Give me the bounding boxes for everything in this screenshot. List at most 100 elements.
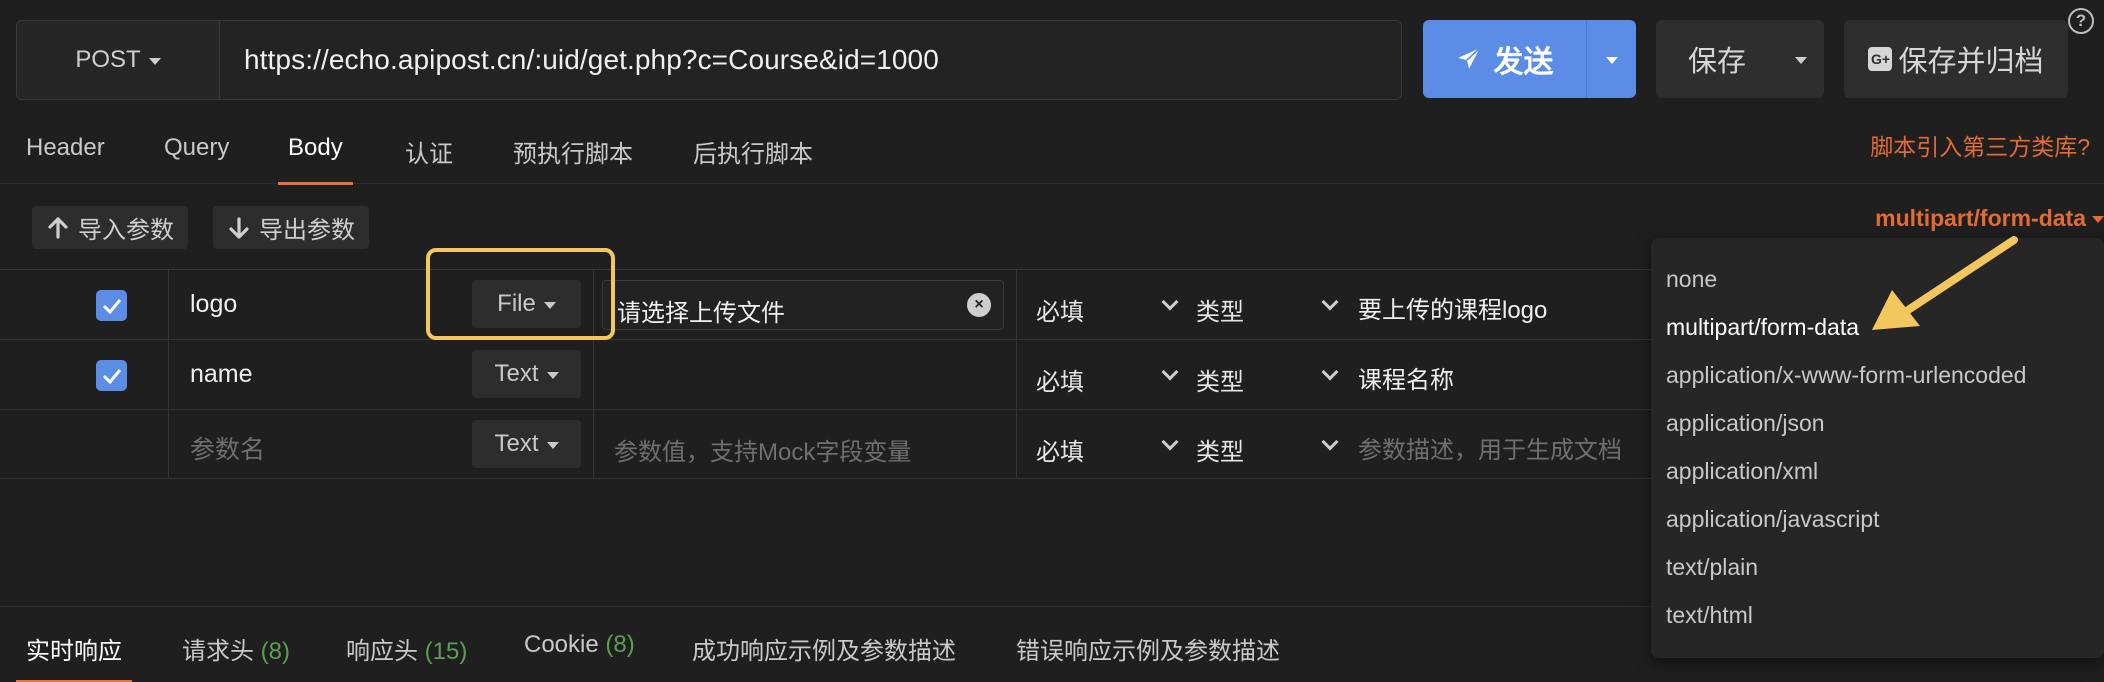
table-row: name Text 必填 类型 课程名称 xyxy=(0,339,1660,409)
caret-down-icon xyxy=(1605,56,1618,64)
method-select[interactable]: POST xyxy=(17,21,220,99)
dropdown-option-multipart[interactable]: multipart/form-data xyxy=(1666,314,1859,341)
send-button[interactable]: 发送 xyxy=(1423,20,1636,98)
url-bar: POST https://echo.apipost.cn/:uid/get.ph… xyxy=(16,20,1402,100)
save-archive-label: 保存并归档 xyxy=(1898,46,2044,78)
column-divider xyxy=(593,340,594,409)
param-type-select[interactable]: Text xyxy=(472,350,581,398)
caret-down-icon xyxy=(148,57,161,65)
tab-label: 请求头 xyxy=(182,638,254,665)
param-type-label: Text xyxy=(494,360,539,387)
save-options-toggle[interactable] xyxy=(1778,20,1824,98)
send-options-toggle[interactable] xyxy=(1586,20,1636,98)
column-divider xyxy=(168,270,169,339)
apipost-request-editor: POST https://echo.apipost.cn/:uid/get.ph… xyxy=(0,0,2104,682)
dropdown-option-none[interactable]: none xyxy=(1666,266,1717,293)
tab-query[interactable]: Query xyxy=(164,134,229,184)
send-main[interactable]: 发送 xyxy=(1423,20,1586,98)
field-type-select[interactable]: 类型 xyxy=(1196,292,1244,327)
third-party-library-link[interactable]: 脚本引入第三方类库? xyxy=(1870,128,2090,162)
param-type-select[interactable]: Text xyxy=(472,420,581,468)
chevron-down-icon[interactable] xyxy=(1321,293,1339,311)
export-params-label: 导出参数 xyxy=(259,217,355,244)
required-select[interactable]: 必填 xyxy=(1036,292,1084,327)
param-value-input[interactable]: 参数值，支持Mock字段变量 xyxy=(614,432,911,467)
help-icon[interactable]: ? xyxy=(2068,8,2094,34)
chevron-down-icon[interactable] xyxy=(1161,433,1179,451)
method-label: POST xyxy=(75,46,141,73)
tab-label: Cookie xyxy=(524,631,599,658)
caret-down-icon xyxy=(546,441,559,449)
tab-response-headers[interactable]: 响应头 (15) xyxy=(346,631,467,682)
tab-label: 实时响应 xyxy=(26,638,122,665)
dropdown-option-xml[interactable]: application/xml xyxy=(1666,458,1818,485)
tab-error-examples[interactable]: 错误响应示例及参数描述 xyxy=(1016,631,1280,682)
caret-down-icon xyxy=(1795,56,1807,64)
import-params-label: 导入参数 xyxy=(78,217,174,244)
dropdown-option-text-html[interactable]: text/html xyxy=(1666,602,1753,629)
clear-icon[interactable]: × xyxy=(967,293,991,317)
column-divider xyxy=(168,340,169,409)
file-upload-text: 请选择上传文件 xyxy=(617,300,785,327)
tab-request-headers[interactable]: 请求头 (8) xyxy=(182,631,290,682)
tab-auth[interactable]: 认证 xyxy=(405,134,453,184)
content-type-label: multipart/form-data xyxy=(1875,205,2086,231)
tab-cookie[interactable]: Cookie (8) xyxy=(524,631,635,682)
arrow-down-icon xyxy=(229,216,249,239)
annotation-highlight-box xyxy=(426,248,615,340)
column-divider xyxy=(1016,410,1017,478)
tab-live-response[interactable]: 实时响应 xyxy=(16,631,132,682)
param-description-input[interactable]: 参数描述，用于生成文档 xyxy=(1358,430,1622,465)
archive-icon: G+ xyxy=(1868,47,1893,71)
dropdown-option-text-plain[interactable]: text/plain xyxy=(1666,554,1758,581)
tab-success-examples[interactable]: 成功响应示例及参数描述 xyxy=(692,631,956,682)
param-name-input[interactable]: 参数名 xyxy=(190,430,265,466)
param-description[interactable]: 要上传的课程logo xyxy=(1358,290,1547,325)
field-type-select[interactable]: 类型 xyxy=(1196,362,1244,397)
row-checkbox[interactable] xyxy=(96,290,127,321)
paper-plane-icon xyxy=(1457,47,1480,69)
chevron-down-icon[interactable] xyxy=(1161,363,1179,381)
param-name[interactable]: logo xyxy=(190,290,237,319)
column-divider xyxy=(168,410,169,478)
param-description[interactable]: 课程名称 xyxy=(1358,360,1454,395)
dropdown-option-urlencoded[interactable]: application/x-www-form-urlencoded xyxy=(1666,362,2026,389)
save-main[interactable]: 保存 xyxy=(1656,20,1778,98)
arrow-up-icon xyxy=(48,216,68,239)
content-type-dropdown: none multipart/form-data application/x-w… xyxy=(1651,238,2104,658)
tab-count: (15) xyxy=(424,638,468,665)
tab-header[interactable]: Header xyxy=(26,134,105,184)
tab-pre-script[interactable]: 预执行脚本 xyxy=(513,134,633,184)
column-divider xyxy=(593,410,594,478)
tab-count: (8) xyxy=(605,631,635,658)
required-select[interactable]: 必填 xyxy=(1036,362,1084,397)
import-params-button[interactable]: 导入参数 xyxy=(32,206,188,249)
required-select[interactable]: 必填 xyxy=(1036,432,1084,467)
row-checkbox[interactable] xyxy=(96,360,127,391)
file-upload-field[interactable]: 请选择上传文件 × xyxy=(602,280,1004,330)
field-type-select[interactable]: 类型 xyxy=(1196,432,1244,467)
tab-label: 响应头 xyxy=(346,638,418,665)
caret-down-icon xyxy=(546,371,559,379)
chevron-down-icon[interactable] xyxy=(1161,293,1179,311)
content-type-select[interactable]: multipart/form-data xyxy=(1875,205,2104,232)
url-input[interactable]: https://echo.apipost.cn/:uid/get.php?c=C… xyxy=(220,21,1401,99)
save-button[interactable]: 保存 xyxy=(1656,20,1824,98)
column-divider xyxy=(1016,340,1017,409)
table-row: logo File 请选择上传文件 × 必填 类型 要上传的课程logo xyxy=(0,269,1660,339)
export-params-button[interactable]: 导出参数 xyxy=(213,206,369,249)
param-type-label: Text xyxy=(494,430,539,457)
dropdown-option-json[interactable]: application/json xyxy=(1666,410,1825,437)
tab-label: 成功响应示例及参数描述 xyxy=(692,638,956,665)
save-archive-button[interactable]: G+ 保存并归档 xyxy=(1844,20,2068,98)
tab-post-script[interactable]: 后执行脚本 xyxy=(693,134,813,184)
chevron-down-icon[interactable] xyxy=(1321,363,1339,381)
param-name[interactable]: name xyxy=(190,360,253,389)
dropdown-option-javascript[interactable]: application/javascript xyxy=(1666,506,1880,533)
send-label: 发送 xyxy=(1493,46,1554,79)
tab-body[interactable]: Body xyxy=(278,134,353,185)
column-divider xyxy=(1016,270,1017,339)
checkmark-icon xyxy=(102,368,121,384)
chevron-down-icon[interactable] xyxy=(1321,433,1339,451)
table-row: 参数名 Text 参数值，支持Mock字段变量 必填 类型 参数描述，用于生成文… xyxy=(0,409,1660,479)
